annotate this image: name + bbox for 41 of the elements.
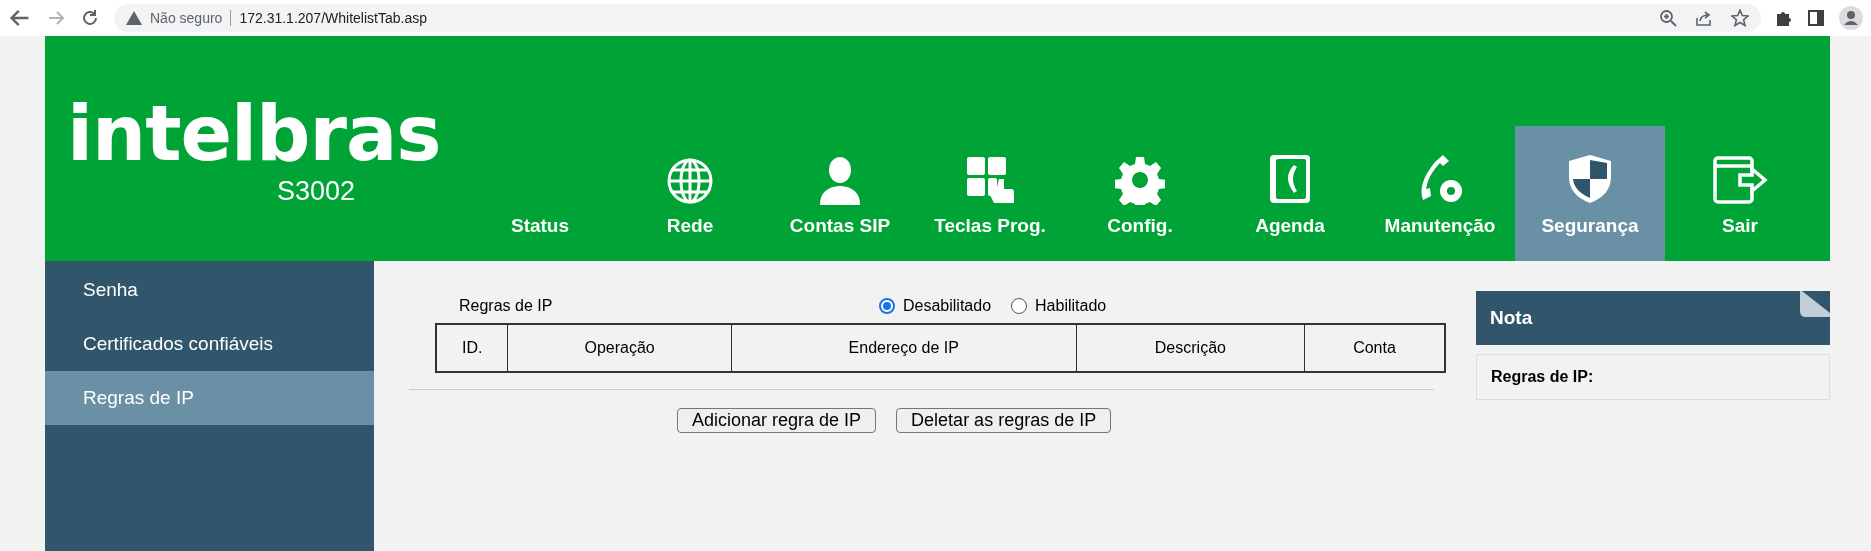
radio-label: Desabilitado (903, 297, 992, 315)
radio-label: Habilitado (1035, 297, 1107, 315)
note-body: Regras de IP: (1476, 354, 1830, 400)
share-icon[interactable] (1695, 9, 1713, 27)
phonebook-icon (1268, 153, 1312, 205)
gear-icon (1115, 155, 1165, 205)
address-bar[interactable]: Não seguro 172.31.1.207/WhitelistTab.asp (114, 4, 1761, 32)
nav-tab[interactable]: Teclas Prog. (915, 126, 1065, 261)
sidebar-item[interactable]: Regras de IP (45, 371, 374, 425)
nav-tab[interactable]: Contas SIP (765, 126, 915, 261)
nav-tab[interactable]: Segurança (1515, 126, 1665, 261)
puzzle-icon[interactable] (1775, 9, 1793, 27)
nav-tab[interactable]: Sair (1665, 126, 1815, 261)
action-button[interactable]: Deletar as regras de IP (896, 408, 1112, 433)
security-label: Não seguro (150, 10, 223, 26)
nav-tab[interactable]: Agenda (1215, 126, 1365, 261)
nav-tab[interactable]: Manutenção (1365, 126, 1515, 261)
url-text: 172.31.1.207/WhitelistTab.asp (239, 10, 428, 26)
logo: intelbras (67, 96, 441, 172)
nav-tab[interactable]: Status (465, 126, 615, 261)
side-panel-icon[interactable] (1807, 9, 1825, 27)
warning-icon (126, 11, 142, 25)
nav-tab[interactable]: Rede (615, 126, 765, 261)
radio-button[interactable] (879, 298, 895, 314)
globe-icon (666, 157, 714, 205)
star-icon[interactable] (1731, 9, 1749, 27)
note-title: Nota (1490, 307, 1533, 329)
profile-icon[interactable] (1839, 6, 1863, 30)
exit-icon (1712, 155, 1768, 205)
shield-icon (1567, 153, 1613, 205)
page-fold-icon (1800, 291, 1830, 317)
radio-button[interactable] (1011, 298, 1028, 314)
nav-tab[interactable]: Config. (1065, 126, 1215, 261)
sidebar-item[interactable]: Senha (45, 263, 374, 317)
reload-icon[interactable] (80, 8, 100, 28)
model-name: S3002 (277, 176, 356, 207)
keypad-icon (965, 155, 1015, 205)
action-button[interactable]: Adicionar regra de IP (677, 408, 877, 433)
sidebar-item[interactable]: Certificados confiáveis (45, 317, 374, 371)
zoom-icon[interactable] (1659, 9, 1677, 27)
field-label: Regras de IP (459, 297, 553, 314)
